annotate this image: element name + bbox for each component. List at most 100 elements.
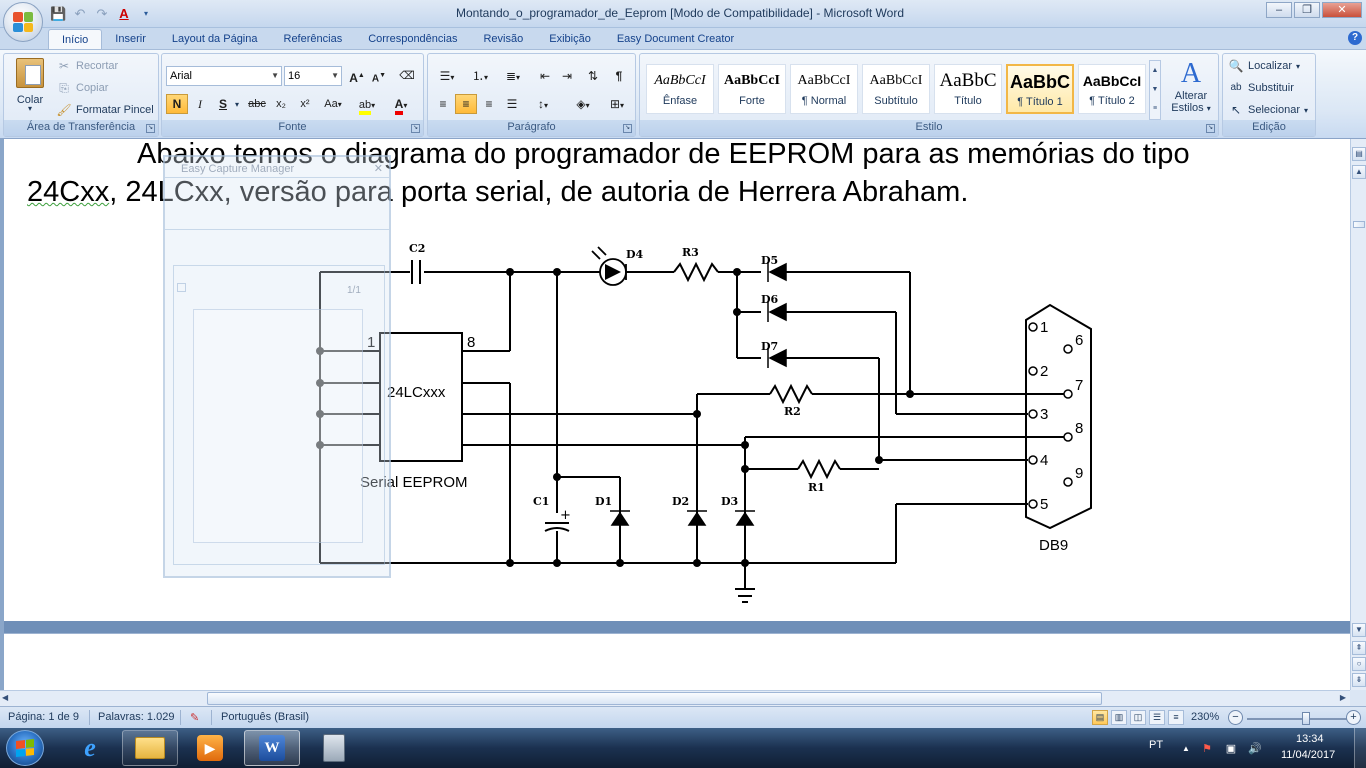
- previous-page-icon[interactable]: ⇞: [1352, 641, 1366, 655]
- change-styles-button[interactable]: A Alterar Estilos ▾: [1167, 58, 1215, 120]
- font-launcher-icon[interactable]: ↘: [411, 124, 420, 133]
- scroll-left-icon[interactable]: ◀: [2, 693, 8, 702]
- styles-launcher-icon[interactable]: ↘: [1206, 124, 1215, 133]
- sort-button[interactable]: ⇅: [582, 66, 604, 86]
- horizontal-scrollbar[interactable]: ◀ ▶: [0, 690, 1350, 706]
- redo-icon[interactable]: ↷: [94, 6, 110, 22]
- horizontal-scroll-thumb[interactable]: [207, 692, 1102, 705]
- underline-button[interactable]: S: [212, 94, 234, 114]
- tab-inicio[interactable]: Início: [48, 29, 103, 50]
- close-button[interactable]: ✕: [1322, 2, 1362, 18]
- tab-referencias[interactable]: Referências: [271, 29, 356, 50]
- zoom-level[interactable]: 230%: [1191, 711, 1219, 723]
- tab-revisao[interactable]: Revisão: [470, 29, 536, 50]
- align-left-button[interactable]: ≡: [432, 94, 454, 114]
- style-forte[interactable]: AaBbCcI Forte: [718, 64, 786, 114]
- style-enfase[interactable]: AaBbCcI Ênfase: [646, 64, 714, 114]
- borders-button[interactable]: ⊞▾: [602, 94, 632, 114]
- browse-object-icon[interactable]: ○: [1352, 657, 1366, 671]
- restore-button[interactable]: ❐: [1294, 2, 1320, 18]
- scroll-down-icon[interactable]: ▼: [1352, 623, 1366, 637]
- zoom-slider-thumb[interactable]: [1302, 712, 1310, 725]
- style-normal[interactable]: AaBbCcI ¶ Normal: [790, 64, 858, 114]
- numbering-button[interactable]: ⒈▾: [465, 66, 495, 86]
- paragraph-launcher-icon[interactable]: ↘: [623, 124, 632, 133]
- document-page-2[interactable]: [4, 633, 1350, 690]
- style-subtitulo[interactable]: AaBbCcI Subtítulo: [862, 64, 930, 114]
- styles-gallery-scroller[interactable]: ▲ ▼ ≡: [1149, 60, 1161, 120]
- line-spacing-button[interactable]: ↕▾: [528, 94, 558, 114]
- zoom-slider-track[interactable]: [1247, 718, 1347, 720]
- strikethrough-button[interactable]: abc: [246, 94, 268, 114]
- align-center-button[interactable]: ≡: [455, 94, 477, 114]
- increase-indent-button[interactable]: ⇥: [556, 66, 578, 86]
- page-count[interactable]: Página: 1 de 9: [8, 711, 79, 723]
- underline-dropdown-icon[interactable]: ▾: [235, 100, 239, 109]
- justify-button[interactable]: ☰: [501, 94, 523, 114]
- font-color-button[interactable]: A▾: [386, 94, 416, 115]
- italic-button[interactable]: I: [189, 94, 211, 114]
- style-titulo-1[interactable]: AaBbC ¶ Título 1: [1006, 64, 1074, 114]
- bullets-button[interactable]: ☰▾: [432, 66, 462, 86]
- align-right-button[interactable]: ≡: [478, 94, 500, 114]
- volume-icon[interactable]: 🔊: [1248, 742, 1262, 756]
- decrease-indent-button[interactable]: ⇤: [534, 66, 556, 86]
- font-color-icon[interactable]: A: [116, 6, 132, 22]
- taskbar-internet-explorer[interactable]: e: [62, 730, 118, 766]
- show-hidden-icons[interactable]: ▲: [1179, 742, 1193, 756]
- shrink-font-button[interactable]: A▼: [368, 66, 390, 86]
- next-page-icon[interactable]: ⇟: [1352, 673, 1366, 687]
- find-button[interactable]: 🔍 Localizar ▾: [1228, 56, 1301, 76]
- font-family-select[interactable]: Arial ▼: [166, 66, 282, 86]
- bold-button[interactable]: N: [166, 94, 188, 114]
- save-icon[interactable]: 💾: [50, 6, 66, 22]
- network-icon[interactable]: ▣: [1224, 742, 1238, 756]
- tab-layout[interactable]: Layout da Página: [159, 29, 271, 50]
- help-icon[interactable]: ?: [1348, 31, 1362, 45]
- taskbar-word[interactable]: W: [244, 730, 300, 766]
- tab-inserir[interactable]: Inserir: [102, 29, 159, 50]
- replace-button[interactable]: ab Substituir: [1228, 78, 1293, 98]
- outline-view-icon[interactable]: ☰: [1149, 710, 1165, 725]
- print-layout-view-icon[interactable]: ▤: [1092, 710, 1108, 725]
- grow-font-button[interactable]: A▲: [346, 66, 368, 86]
- input-language[interactable]: PT: [1149, 739, 1163, 751]
- customize-qat-icon[interactable]: ▾: [138, 6, 154, 22]
- taskbar-explorer[interactable]: [122, 730, 178, 766]
- zoom-out-icon[interactable]: −: [1228, 710, 1243, 725]
- clock-time[interactable]: 13:34: [1296, 733, 1324, 745]
- vertical-scrollbar[interactable]: ▤ ▲ ▼ ⇞ ○ ⇟: [1350, 139, 1366, 690]
- full-screen-reading-icon[interactable]: ▥: [1111, 710, 1127, 725]
- show-desktop-button[interactable]: [1354, 728, 1366, 768]
- select-button[interactable]: ↖ Selecionar ▾: [1228, 100, 1308, 120]
- cut-button[interactable]: ✂ Recortar: [56, 56, 118, 76]
- word-count[interactable]: Palavras: 1.029: [98, 711, 174, 723]
- format-painter-button[interactable]: 🖌 Formatar Pincel: [56, 100, 153, 120]
- highlight-button[interactable]: ab▾: [352, 94, 382, 115]
- clock-date[interactable]: 11/04/2017: [1281, 749, 1335, 761]
- font-size-select[interactable]: 16 ▼: [284, 66, 342, 86]
- clear-formatting-button[interactable]: ⌫: [396, 66, 418, 86]
- multilevel-list-button[interactable]: ≣▾: [498, 66, 528, 86]
- zoom-in-icon[interactable]: +: [1346, 710, 1361, 725]
- start-button[interactable]: [6, 730, 44, 766]
- scroll-up-icon[interactable]: ▲: [1352, 165, 1366, 179]
- subscript-button[interactable]: x₂: [270, 94, 292, 114]
- taskbar-calculator[interactable]: [306, 730, 362, 766]
- office-button[interactable]: [3, 2, 43, 42]
- shading-button[interactable]: ◈▾: [568, 94, 598, 114]
- clipboard-launcher-icon[interactable]: ↘: [146, 124, 155, 133]
- vertical-scroll-thumb[interactable]: [1353, 221, 1365, 228]
- copy-button[interactable]: ⎘ Copiar: [56, 78, 108, 98]
- web-layout-icon[interactable]: ◫: [1130, 710, 1146, 725]
- show-marks-button[interactable]: ¶: [608, 66, 630, 86]
- tab-correspondencias[interactable]: Correspondências: [355, 29, 470, 50]
- tab-exibicao[interactable]: Exibição: [536, 29, 604, 50]
- minimize-button[interactable]: –: [1266, 2, 1292, 18]
- undo-icon[interactable]: ↶: [72, 6, 88, 22]
- superscript-button[interactable]: x²: [294, 94, 316, 114]
- scroll-right-icon[interactable]: ▶: [1340, 693, 1346, 702]
- action-center-icon[interactable]: ⚑: [1200, 742, 1214, 756]
- draft-view-icon[interactable]: ≡: [1168, 710, 1184, 725]
- paste-button[interactable]: Colar ▾: [10, 58, 50, 116]
